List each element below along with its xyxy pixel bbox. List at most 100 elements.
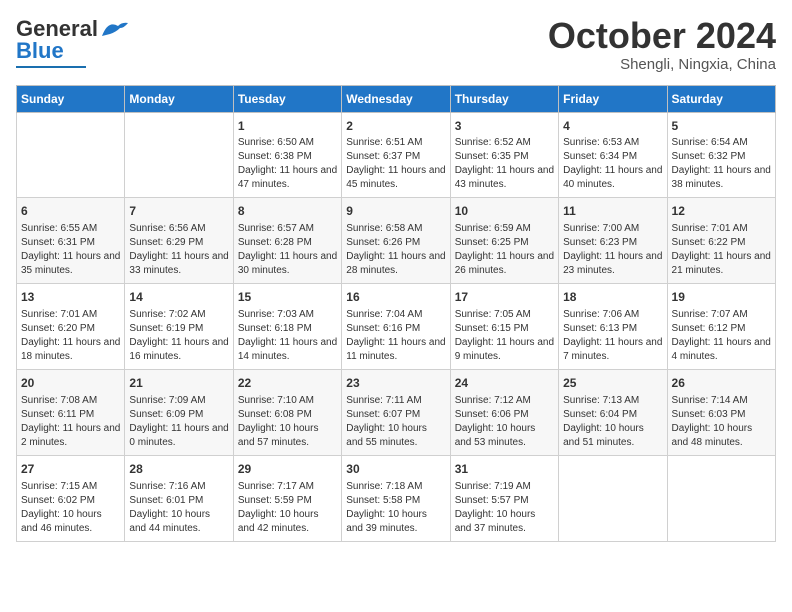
day-number: 4: [563, 118, 662, 135]
logo: General Blue: [16, 16, 130, 68]
day-number: 27: [21, 461, 120, 478]
table-row: 22Sunrise: 7:10 AMSunset: 6:08 PMDayligh…: [233, 369, 341, 455]
table-row: 25 Sunrise: 7:13 AMSunset: 6:04 PMDayligh…: [559, 369, 667, 455]
table-row: 24 Sunrise: 7:12 AMSunset: 6:06 PMDayligh…: [450, 369, 558, 455]
logo-bird-icon: [100, 18, 130, 40]
table-row: [667, 455, 775, 541]
day-number: 18: [563, 289, 662, 306]
calendar-table: Sunday Monday Tuesday Wednesday Thursday…: [16, 85, 776, 542]
table-row: 8Sunrise: 6:57 AMSunset: 6:28 PMDaylight…: [233, 198, 341, 284]
day-info: Sunrise: 7:16 AMSunset: 6:01 PMDaylight:…: [129, 480, 228, 536]
day-info: Sunrise: 7:02 AMSunset: 6:19 PMDaylight:…: [129, 308, 228, 364]
table-row: 10Sunrise: 6:59 AMSunset: 6:25 PMDayligh…: [450, 198, 558, 284]
day-info: Sunrise: 6:52 AMSunset: 6:35 PMDaylight:…: [455, 136, 554, 192]
day-info: Sunrise: 6:55 AMSunset: 6:31 PMDaylight:…: [21, 222, 120, 278]
day-info: Sunrise: 7:12 AMSunset: 6:06 PMDaylight:…: [455, 394, 554, 450]
table-row: 17 Sunrise: 7:05 AMSunset: 6:15 PMDayligh…: [450, 284, 558, 370]
table-row: [559, 455, 667, 541]
table-row: 19Sunrise: 7:07 AMSunset: 6:12 PMDayligh…: [667, 284, 775, 370]
day-number: 14: [129, 289, 228, 306]
table-row: 6Sunrise: 6:55 AMSunset: 6:31 PMDaylight…: [17, 198, 125, 284]
day-number: 9: [346, 203, 445, 220]
day-number: 26: [672, 375, 771, 392]
col-sunday: Sunday: [17, 85, 125, 112]
table-row: 3Sunrise: 6:52 AMSunset: 6:35 PMDaylight…: [450, 112, 558, 198]
col-thursday: Thursday: [450, 85, 558, 112]
col-saturday: Saturday: [667, 85, 775, 112]
day-info: Sunrise: 7:01 AMSunset: 6:20 PMDaylight:…: [21, 308, 120, 364]
table-row: 4Sunrise: 6:53 AMSunset: 6:34 PMDaylight…: [559, 112, 667, 198]
day-info: Sunrise: 6:59 AMSunset: 6:25 PMDaylight:…: [455, 222, 554, 278]
day-info: Sunrise: 7:05 AMSunset: 6:15 PMDaylight:…: [455, 308, 554, 364]
table-row: 20Sunrise: 7:08 AMSunset: 6:11 PMDayligh…: [17, 369, 125, 455]
table-row: 11 Sunrise: 7:00 AMSunset: 6:23 PMDayligh…: [559, 198, 667, 284]
table-row: 27 Sunrise: 7:15 AMSunset: 6:02 PMDayligh…: [17, 455, 125, 541]
logo-blue: Blue: [16, 38, 64, 64]
day-info: Sunrise: 6:53 AMSunset: 6:34 PMDaylight:…: [563, 136, 662, 192]
day-number: 19: [672, 289, 771, 306]
calendar-header-row: Sunday Monday Tuesday Wednesday Thursday…: [17, 85, 776, 112]
day-number: 15: [238, 289, 337, 306]
day-number: 17: [455, 289, 554, 306]
table-row: [17, 112, 125, 198]
table-row: 1Sunrise: 6:50 AMSunset: 6:38 PMDaylight…: [233, 112, 341, 198]
table-row: 12Sunrise: 7:01 AMSunset: 6:22 PMDayligh…: [667, 198, 775, 284]
day-number: 28: [129, 461, 228, 478]
day-info: Sunrise: 7:06 AMSunset: 6:13 PMDaylight:…: [563, 308, 662, 364]
day-info: Sunrise: 7:19 AMSunset: 5:57 PMDaylight:…: [455, 480, 554, 536]
day-number: 11: [563, 203, 662, 220]
table-row: 15Sunrise: 7:03 AMSunset: 6:18 PMDayligh…: [233, 284, 341, 370]
table-row: 31 Sunrise: 7:19 AMSunset: 5:57 PMDayligh…: [450, 455, 558, 541]
table-row: 26 Sunrise: 7:14 AMSunset: 6:03 PMDayligh…: [667, 369, 775, 455]
day-info: Sunrise: 7:09 AMSunset: 6:09 PMDaylight:…: [129, 394, 228, 450]
day-info: Sunrise: 6:58 AMSunset: 6:26 PMDaylight:…: [346, 222, 445, 278]
col-wednesday: Wednesday: [342, 85, 450, 112]
day-number: 30: [346, 461, 445, 478]
day-number: 3: [455, 118, 554, 135]
day-info: Sunrise: 7:17 AMSunset: 5:59 PMDaylight:…: [238, 480, 337, 536]
day-info: Sunrise: 7:18 AMSunset: 5:58 PMDaylight:…: [346, 480, 445, 536]
day-info: Sunrise: 6:56 AMSunset: 6:29 PMDaylight:…: [129, 222, 228, 278]
day-number: 23: [346, 375, 445, 392]
day-info: Sunrise: 7:15 AMSunset: 6:02 PMDaylight:…: [21, 480, 120, 536]
day-number: 5: [672, 118, 771, 135]
calendar-week-row: 1Sunrise: 6:50 AMSunset: 6:38 PMDaylight…: [17, 112, 776, 198]
table-row: 21Sunrise: 7:09 AMSunset: 6:09 PMDayligh…: [125, 369, 233, 455]
day-number: 8: [238, 203, 337, 220]
day-number: 2: [346, 118, 445, 135]
day-number: 7: [129, 203, 228, 220]
day-info: Sunrise: 6:50 AMSunset: 6:38 PMDaylight:…: [238, 136, 337, 192]
calendar-week-row: 20Sunrise: 7:08 AMSunset: 6:11 PMDayligh…: [17, 369, 776, 455]
month-title: October 2024: [548, 16, 776, 56]
day-number: 29: [238, 461, 337, 478]
table-row: 29 Sunrise: 7:17 AMSunset: 5:59 PMDayligh…: [233, 455, 341, 541]
calendar-week-row: 6Sunrise: 6:55 AMSunset: 6:31 PMDaylight…: [17, 198, 776, 284]
day-number: 24: [455, 375, 554, 392]
table-row: 2Sunrise: 6:51 AMSunset: 6:37 PMDaylight…: [342, 112, 450, 198]
table-row: 23 Sunrise: 7:11 AMSunset: 6:07 PMDayligh…: [342, 369, 450, 455]
day-number: 25: [563, 375, 662, 392]
col-tuesday: Tuesday: [233, 85, 341, 112]
location-subtitle: Shengli, Ningxia, China: [548, 56, 776, 73]
day-number: 31: [455, 461, 554, 478]
day-info: Sunrise: 7:01 AMSunset: 6:22 PMDaylight:…: [672, 222, 771, 278]
table-row: 30 Sunrise: 7:18 AMSunset: 5:58 PMDayligh…: [342, 455, 450, 541]
table-row: 13 Sunrise: 7:01 AMSunset: 6:20 PMDayligh…: [17, 284, 125, 370]
day-info: Sunrise: 7:13 AMSunset: 6:04 PMDaylight:…: [563, 394, 662, 450]
col-monday: Monday: [125, 85, 233, 112]
table-row: 18 Sunrise: 7:06 AMSunset: 6:13 PMDayligh…: [559, 284, 667, 370]
day-number: 22: [238, 375, 337, 392]
day-info: Sunrise: 7:14 AMSunset: 6:03 PMDaylight:…: [672, 394, 771, 450]
day-number: 13: [21, 289, 120, 306]
day-info: Sunrise: 7:08 AMSunset: 6:11 PMDaylight:…: [21, 394, 120, 450]
day-info: Sunrise: 7:00 AMSunset: 6:23 PMDaylight:…: [563, 222, 662, 278]
day-info: Sunrise: 6:51 AMSunset: 6:37 PMDaylight:…: [346, 136, 445, 192]
col-friday: Friday: [559, 85, 667, 112]
day-number: 16: [346, 289, 445, 306]
page-header: General Blue October 2024 Shengli, Ningx…: [16, 16, 776, 73]
day-info: Sunrise: 7:04 AMSunset: 6:16 PMDaylight:…: [346, 308, 445, 364]
table-row: 9 Sunrise: 6:58 AMSunset: 6:26 PMDaylight…: [342, 198, 450, 284]
table-row: 7 Sunrise: 6:56 AMSunset: 6:29 PMDaylight…: [125, 198, 233, 284]
logo-underline: [16, 66, 86, 68]
day-info: Sunrise: 7:11 AMSunset: 6:07 PMDaylight:…: [346, 394, 445, 450]
